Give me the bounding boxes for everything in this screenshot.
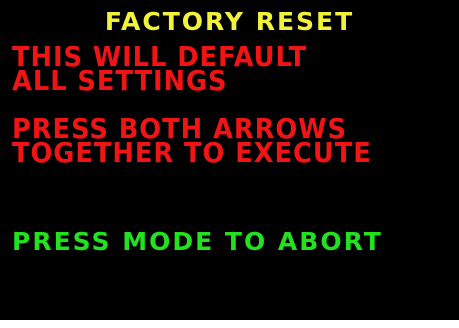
screen-title: FACTORY RESET — [104, 7, 355, 36]
display-screen: FACTORY RESET THIS WILL DEFAULT ALL SETT… — [0, 0, 459, 320]
abort-instruction: PRESS MODE TO ABORT — [12, 227, 383, 256]
instruction-line-2: TOGETHER TO EXECUTE — [12, 136, 372, 169]
warning-line-2: ALL SETTINGS — [12, 64, 228, 97]
